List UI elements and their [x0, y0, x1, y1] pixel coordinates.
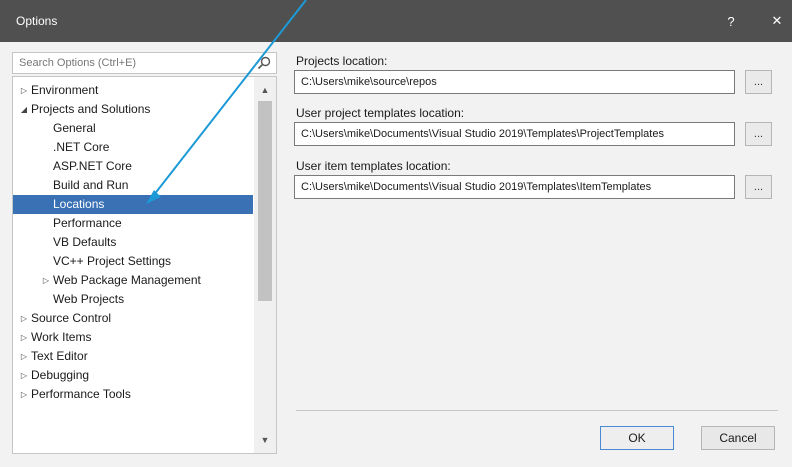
tree-item-projects-and-solutions[interactable]: ◢ Projects and Solutions [13, 100, 253, 119]
tree-item-vb-defaults[interactable]: VB Defaults [13, 233, 253, 252]
cancel-button[interactable]: Cancel [701, 426, 775, 450]
tree-item-label: VC++ Project Settings [53, 254, 172, 268]
options-tree: ▷ Environment ◢ Projects and Solutions G… [12, 76, 277, 454]
tree-item-label: Web Projects [53, 292, 125, 306]
tree-item-performance-tools[interactable]: ▷ Performance Tools [13, 385, 253, 404]
tree-item-debugging[interactable]: ▷ Debugging [13, 366, 253, 385]
projects-location-field[interactable] [294, 70, 735, 94]
expand-arrow-icon[interactable]: ▷ [19, 309, 29, 328]
expand-arrow-icon[interactable]: ▷ [19, 385, 29, 404]
user-project-templates-label: User project templates location: [296, 106, 465, 120]
expand-arrow-icon[interactable]: ▷ [41, 271, 51, 290]
tree-item-label: Performance Tools [31, 387, 131, 401]
user-item-templates-browse-button[interactable]: ... [745, 175, 772, 199]
user-project-templates-browse-button[interactable]: ... [745, 122, 772, 146]
tree-item-vc-project-settings[interactable]: VC++ Project Settings [13, 252, 253, 271]
user-project-templates-field[interactable] [294, 122, 735, 146]
help-button[interactable]: ? [718, 10, 744, 32]
projects-location-label: Projects location: [296, 54, 388, 68]
tree-item-performance[interactable]: Performance [13, 214, 253, 233]
tree-item-label: .NET Core [53, 140, 110, 154]
tree-item-web-package-management[interactable]: ▷ Web Package Management [13, 271, 253, 290]
tree-item-label: Debugging [31, 368, 90, 382]
tree-item-aspnet-core[interactable]: ASP.NET Core [13, 157, 253, 176]
expand-arrow-icon[interactable]: ▷ [19, 347, 29, 366]
tree-item-label: Web Package Management [53, 273, 201, 287]
tree-item-label: VB Defaults [53, 235, 117, 249]
tree-item-locations[interactable]: Locations [13, 195, 253, 214]
search-input[interactable] [13, 53, 253, 73]
tree-item-label: Performance [53, 216, 122, 230]
expand-arrow-icon[interactable]: ▷ [19, 366, 29, 385]
tree-item-text-editor[interactable]: ▷ Text Editor [13, 347, 253, 366]
user-item-templates-field[interactable] [294, 175, 735, 199]
dialog-content: ▷ Environment ◢ Projects and Solutions G… [0, 42, 792, 467]
tree-item-label: Environment [31, 83, 99, 97]
search-icon[interactable] [256, 55, 272, 71]
tree-item-label: ASP.NET Core [53, 159, 132, 173]
scroll-up-icon[interactable]: ▲ [254, 81, 276, 99]
tree-item-label: Text Editor [31, 349, 88, 363]
tree-item-source-control[interactable]: ▷ Source Control [13, 309, 253, 328]
search-box[interactable] [12, 52, 277, 74]
tree-item-environment[interactable]: ▷ Environment [13, 81, 253, 100]
projects-location-browse-button[interactable]: ... [745, 70, 772, 94]
tree-item-net-core[interactable]: .NET Core [13, 138, 253, 157]
tree-item-label: Work Items [31, 330, 92, 344]
close-button[interactable]: ✕ [764, 10, 790, 32]
tree-item-web-projects[interactable]: Web Projects [13, 290, 253, 309]
window-title: Options [16, 14, 58, 28]
tree-item-work-items[interactable]: ▷ Work Items [13, 328, 253, 347]
tree-item-build-and-run[interactable]: Build and Run [13, 176, 253, 195]
title-bar: Options ? ✕ [0, 0, 792, 42]
tree-item-label: Build and Run [53, 178, 129, 192]
tree-item-label: General [53, 121, 96, 135]
tree-scrollbar[interactable]: ▲ ▼ [254, 77, 276, 453]
collapse-arrow-icon[interactable]: ◢ [19, 100, 29, 119]
tree-item-label: Source Control [31, 311, 112, 325]
scroll-thumb[interactable] [258, 101, 272, 301]
expand-arrow-icon[interactable]: ▷ [19, 81, 29, 100]
tree-item-general[interactable]: General [13, 119, 253, 138]
ok-button[interactable]: OK [600, 426, 674, 450]
scroll-down-icon[interactable]: ▼ [254, 431, 276, 449]
button-divider [296, 410, 778, 411]
tree-item-label: Locations [53, 197, 105, 211]
expand-arrow-icon[interactable]: ▷ [19, 328, 29, 347]
user-item-templates-label: User item templates location: [296, 159, 451, 173]
tree-item-label: Projects and Solutions [31, 102, 151, 116]
